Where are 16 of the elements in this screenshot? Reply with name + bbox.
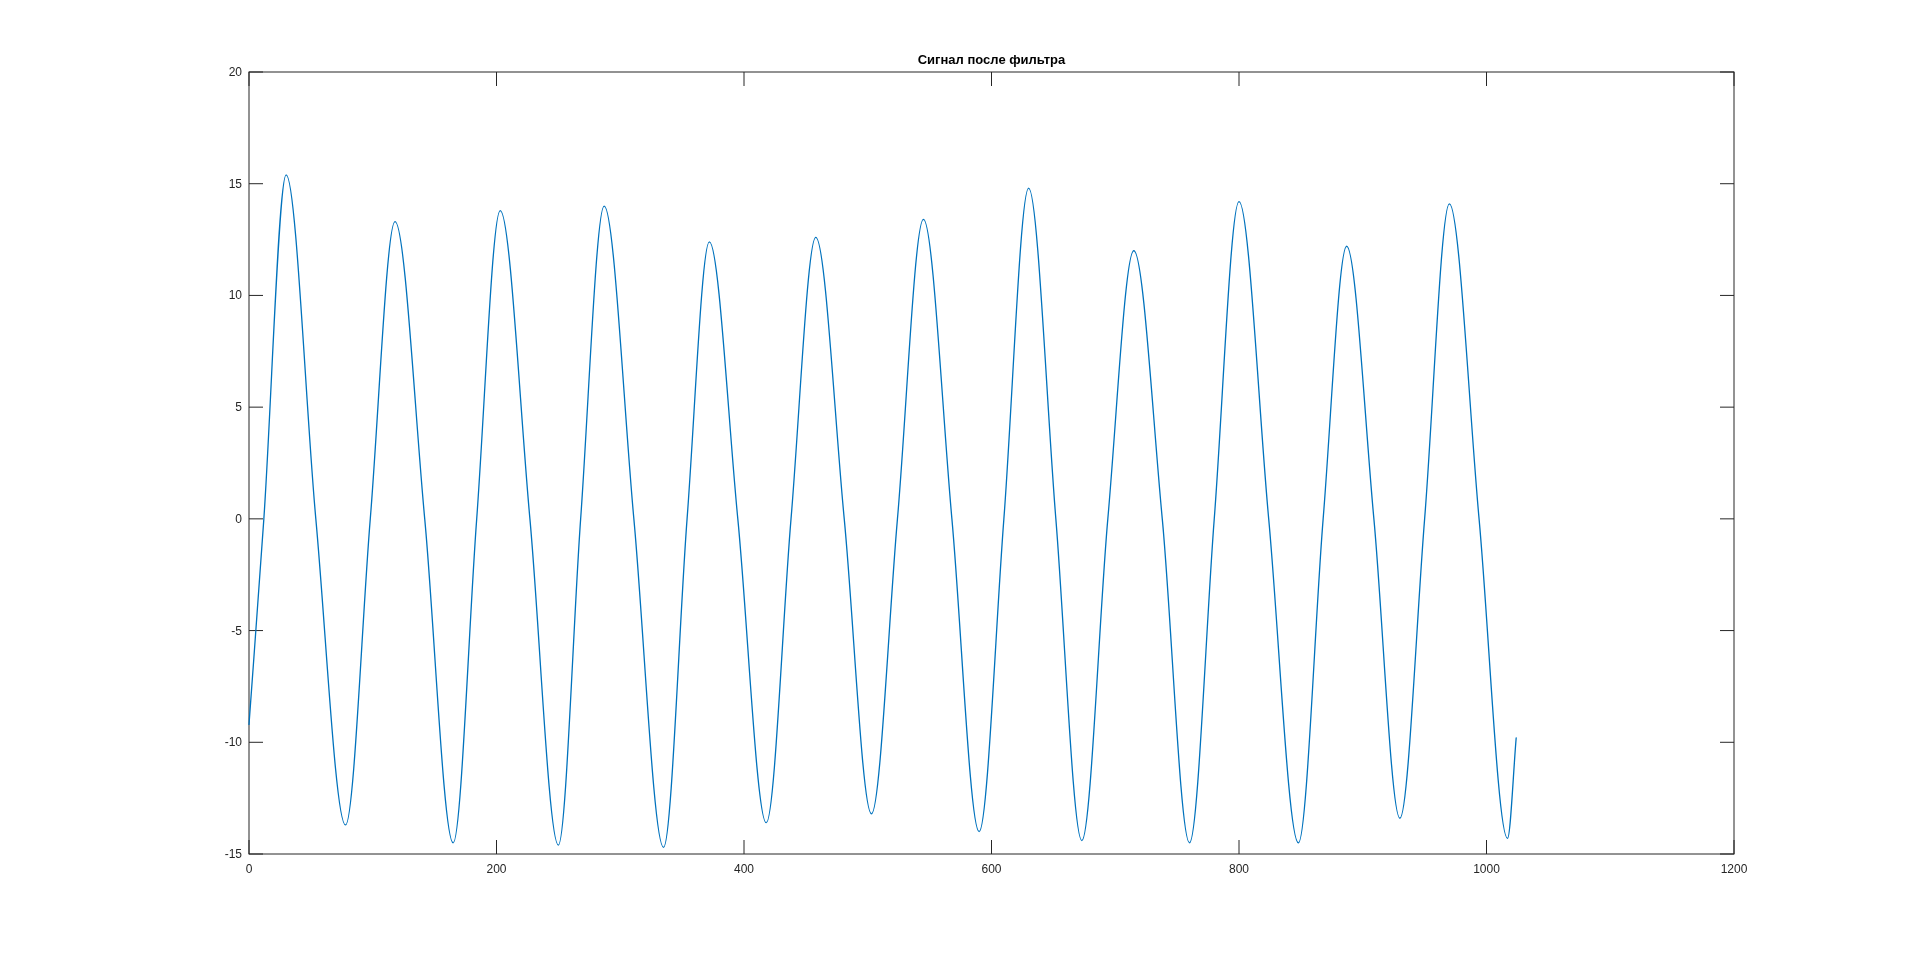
y-tick-label: 0 (235, 511, 242, 526)
y-tick-label: -10 (224, 735, 242, 750)
x-tick-label: 1000 (1473, 862, 1500, 876)
x-tick-label: 0 (245, 862, 253, 876)
x-tick-label: 600 (981, 862, 1002, 876)
y-tick-label: 5 (235, 400, 242, 415)
x-tick-label: 400 (734, 862, 754, 876)
x-tick-label: 1200 (1720, 862, 1748, 876)
x-tick-label: 200 (486, 862, 507, 876)
y-tick-label: 10 (228, 288, 242, 303)
y-tick-label: -5 (231, 623, 242, 638)
x-tick-label: 800 (1229, 862, 1249, 876)
y-tick-label: 15 (228, 176, 242, 191)
y-tick-label: -15 (224, 847, 242, 861)
y-tick-label: 20 (228, 65, 242, 79)
chart-title: Сигнал после фильтра (917, 52, 1066, 67)
